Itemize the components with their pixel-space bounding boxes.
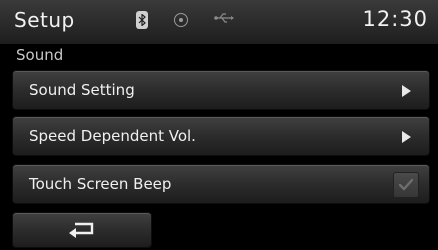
setup-screen: Setup 12:30 Sound Sound Setting Speed De… [0, 0, 438, 250]
chevron-right-icon [402, 131, 411, 143]
back-button[interactable] [12, 212, 152, 248]
screen-title: Setup [14, 8, 75, 32]
menu-item-label: Sound Setting [29, 81, 135, 99]
sound-setting-button[interactable]: Sound Setting [12, 70, 430, 110]
status-bar: Setup 12:30 [0, 0, 438, 44]
checkmark-icon [398, 178, 414, 191]
touch-screen-beep-button[interactable]: Touch Screen Beep [12, 164, 430, 204]
clock: 12:30 [362, 7, 428, 31]
usb-icon [214, 12, 234, 24]
menu-item-label: Touch Screen Beep [29, 175, 172, 193]
disc-icon [174, 13, 188, 27]
menu-item-label: Speed Dependent Vol. [29, 127, 196, 145]
speed-dependent-vol-button[interactable]: Speed Dependent Vol. [12, 116, 430, 156]
chevron-right-icon [402, 85, 411, 97]
touch-beep-checkbox[interactable] [393, 172, 419, 198]
bluetooth-icon [136, 11, 148, 29]
return-arrow-icon [69, 222, 94, 238]
page-subtitle: Sound [16, 46, 64, 64]
